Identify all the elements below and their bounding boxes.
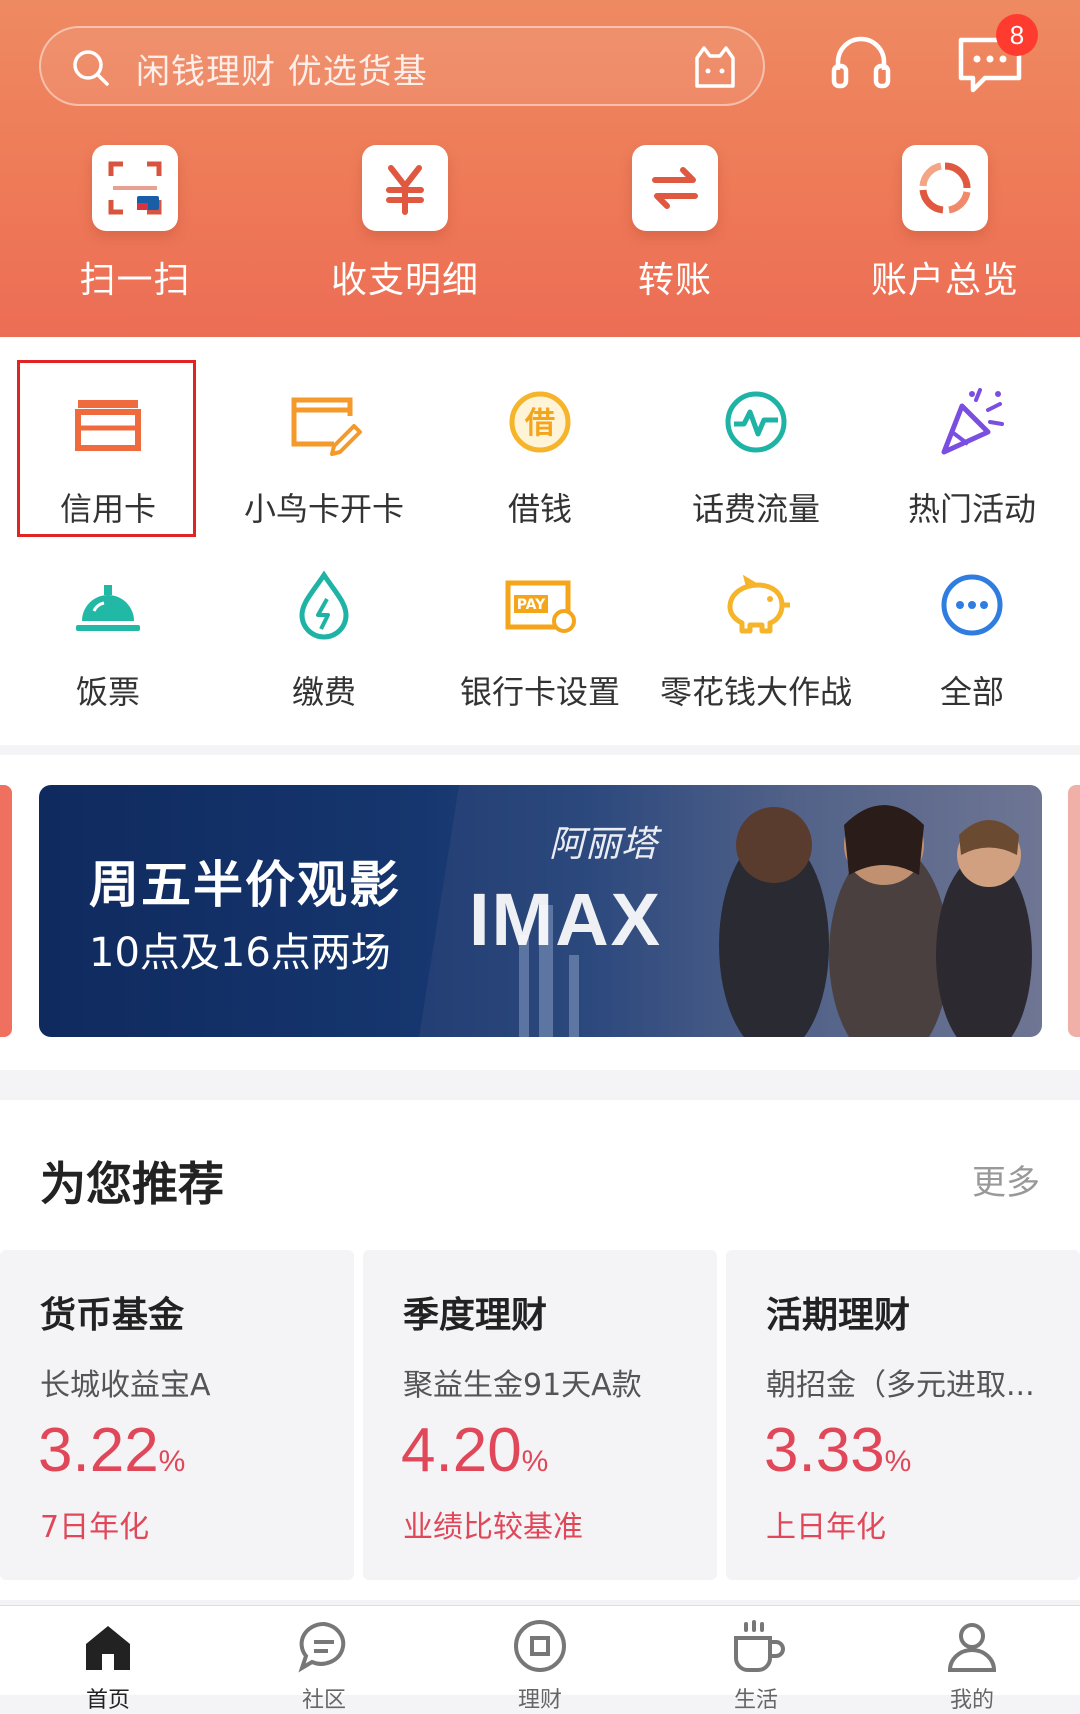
account-overview-icon: [902, 145, 988, 231]
fund-rate-value: 4.20: [401, 1416, 522, 1485]
service-hot-activity[interactable]: 热门活动: [864, 382, 1080, 552]
utility-drop-icon: [299, 570, 349, 640]
tab-home-label: 首页: [85, 1688, 130, 1713]
fund-rate: 3.22%: [38, 1415, 185, 1486]
search-icon: [73, 50, 109, 86]
fund-card-current[interactable]: 活期理财 朝招金（多元进取... 3.33% 上日年化: [726, 1250, 1080, 1580]
quick-account-overview-label: 账户总览: [870, 260, 1019, 301]
card-edit-icon: [291, 397, 362, 456]
quick-transfer[interactable]: 转账: [540, 145, 810, 303]
svg-text:PAY: PAY: [517, 597, 546, 613]
recommend-more-link[interactable]: 更多: [972, 1155, 1040, 1204]
service-all[interactable]: 全部: [864, 565, 1080, 735]
service-card-settings-label: 银行卡设置: [459, 673, 620, 711]
quick-scan[interactable]: 扫一扫: [0, 145, 270, 303]
yuan-icon: [362, 145, 448, 231]
scan-icon: [92, 145, 178, 231]
phone-data-icon: [725, 391, 787, 453]
fund-rate-label: 上日年化: [766, 1510, 886, 1545]
fund-rate: 4.20%: [401, 1415, 548, 1486]
quick-account-overview[interactable]: 账户总览: [810, 145, 1080, 303]
recommend-section: 为您推荐 更多 货币基金 长城收益宝A 3.22% 7日年化 季度理财 聚益生金…: [0, 1100, 1080, 1600]
profile-icon: [947, 1623, 997, 1672]
customer-service-icon[interactable]: [826, 30, 896, 100]
coffee-icon: [734, 1620, 785, 1672]
banner-imax-logo: IMAX: [469, 878, 662, 961]
search-placeholder: 闲钱理财 优选货基: [136, 52, 428, 92]
quick-statement-label: 收支明细: [330, 260, 479, 301]
tab-community-label: 社区: [301, 1688, 346, 1713]
fund-product: 聚益生金91天A款: [403, 1368, 642, 1403]
service-meal-ticket[interactable]: 饭票: [0, 565, 216, 735]
community-icon: [298, 1621, 346, 1673]
service-pocket-money[interactable]: 零花钱大作战: [648, 565, 864, 735]
service-pay-bills[interactable]: 缴费: [216, 565, 432, 735]
tab-home[interactable]: 首页: [0, 1616, 216, 1714]
message-badge: 8: [996, 14, 1038, 56]
fund-card-quarterly[interactable]: 季度理财 聚益生金91天A款 4.20% 业绩比较基准: [363, 1250, 717, 1580]
service-pocket-money-label: 零花钱大作战: [659, 673, 852, 711]
fund-rate-value: 3.22: [38, 1416, 159, 1485]
service-phone-data-label: 话费流量: [691, 490, 820, 528]
tab-profile[interactable]: 我的: [864, 1616, 1080, 1714]
service-phone-data[interactable]: 话费流量: [648, 382, 864, 552]
top-header: 闲钱理财 优选货基 8 扫一扫 收支明细 转账 账户总览: [0, 0, 1080, 337]
recommend-title: 为您推荐: [40, 1157, 224, 1211]
fund-product: 朝招金（多元进取...: [766, 1368, 1035, 1403]
transfer-icon: [632, 145, 718, 231]
bottom-tab-bar: 首页 社区 理财 生活 我的: [0, 1605, 1080, 1713]
service-bird-card[interactable]: 小鸟卡开卡: [216, 382, 432, 552]
banner-carousel: 周五半价观影 10点及16点两场 阿丽塔 IMAX: [0, 755, 1080, 1070]
fund-product: 长城收益宝A: [40, 1368, 211, 1403]
tab-community[interactable]: 社区: [216, 1616, 432, 1714]
quick-transfer-label: 转账: [637, 260, 712, 301]
pay-settings-icon: PAY: [505, 580, 576, 633]
service-borrow-label: 借钱: [507, 490, 572, 528]
banner-film-title: 阿丽塔: [549, 824, 658, 865]
cat-voice-icon[interactable]: [691, 44, 739, 90]
service-all-label: 全部: [939, 673, 1004, 711]
fund-rate: 3.33%: [764, 1415, 911, 1486]
home-icon: [86, 1626, 130, 1670]
fund-rate-unit: %: [158, 1445, 186, 1478]
fund-category: 活期理财: [766, 1295, 911, 1336]
tab-life[interactable]: 生活: [648, 1616, 864, 1714]
service-borrow[interactable]: 借 借钱: [432, 382, 648, 552]
fund-category: 季度理财: [403, 1295, 548, 1336]
piggy-bank-icon: [727, 574, 790, 634]
fund-card-money[interactable]: 货币基金 长城收益宝A 3.22% 7日年化: [0, 1250, 354, 1580]
fund-rate-value: 3.33: [764, 1416, 885, 1485]
service-card-settings[interactable]: PAY 银行卡设置: [432, 565, 648, 735]
banner-next-peek[interactable]: [1068, 785, 1080, 1037]
fund-rate-label: 业绩比较基准: [403, 1510, 583, 1545]
party-popper-icon: [941, 388, 1004, 455]
tab-profile-label: 我的: [949, 1688, 994, 1713]
meal-bell-icon: [76, 585, 140, 631]
quick-statement[interactable]: 收支明细: [270, 145, 540, 303]
banner-title: 周五半价观影: [89, 856, 401, 914]
fund-category: 货币基金: [40, 1295, 185, 1336]
service-hot-activity-label: 热门活动: [907, 490, 1036, 528]
service-pay-bills-label: 缴费: [291, 673, 356, 711]
borrow-icon: 借: [509, 391, 571, 453]
service-bird-card-label: 小鸟卡开卡: [243, 490, 404, 528]
banner-prev-peek[interactable]: [0, 785, 12, 1037]
fund-rate-unit: %: [521, 1445, 549, 1478]
banner-subtitle: 10点及16点两场: [89, 930, 391, 976]
fund-rate-unit: %: [884, 1445, 912, 1478]
tab-wealth[interactable]: 理财: [432, 1616, 648, 1714]
search-bar[interactable]: 闲钱理财 优选货基: [39, 26, 765, 106]
more-dots-icon: [941, 574, 1003, 636]
svg-text:借: 借: [524, 406, 555, 441]
credit-card-highlight-box: [17, 360, 196, 537]
service-meal-ticket-label: 饭票: [75, 673, 140, 711]
tab-life-label: 生活: [733, 1688, 778, 1713]
fund-rate-label: 7日年化: [40, 1510, 150, 1545]
wealth-icon: [514, 1620, 566, 1672]
promo-banner[interactable]: 周五半价观影 10点及16点两场 阿丽塔 IMAX: [39, 785, 1042, 1037]
tab-wealth-label: 理财: [517, 1688, 562, 1713]
quick-scan-label: 扫一扫: [79, 260, 191, 301]
